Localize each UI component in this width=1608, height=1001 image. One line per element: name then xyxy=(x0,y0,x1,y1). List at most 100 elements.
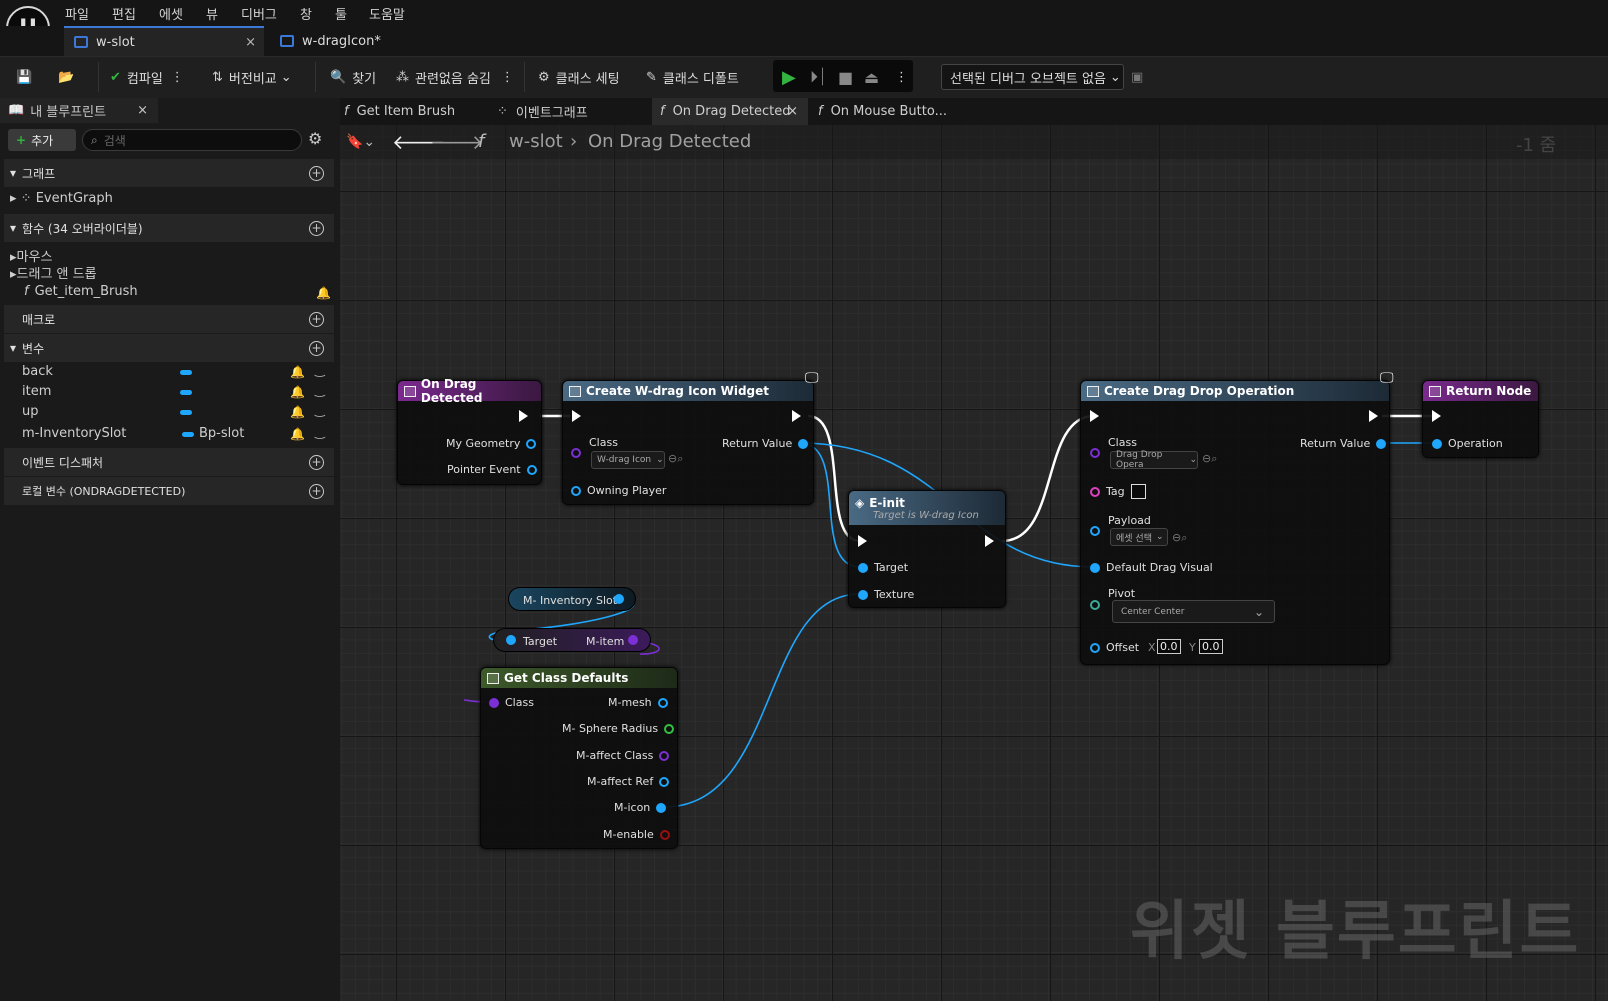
pin-dot-icon xyxy=(1090,486,1100,497)
exec-in-pin[interactable] xyxy=(572,410,581,422)
pin-m-mesh[interactable]: M-mesh xyxy=(608,696,668,709)
pin-m-enable[interactable]: M-enable xyxy=(603,828,670,841)
pin-label: M-icon xyxy=(614,801,651,814)
pin-label: Pointer Event xyxy=(447,463,521,476)
dropdown-value: W-drag Icon xyxy=(597,455,652,465)
pin-label: My Geometry xyxy=(446,437,521,450)
pin-dot-icon[interactable] xyxy=(506,635,516,645)
exec-arrow-icon xyxy=(985,535,994,547)
browse-icon[interactable]: ⊖⌕ xyxy=(1172,531,1187,545)
monitor-icon: 🖵 xyxy=(1380,370,1394,386)
node-title: Return Node xyxy=(1446,384,1532,398)
pin-dot-icon xyxy=(1090,642,1100,653)
offset-x-input[interactable]: 0.0 xyxy=(1157,639,1181,654)
pin-tag[interactable]: Tag xyxy=(1090,484,1146,499)
offset-x-label: X xyxy=(1148,641,1156,654)
class-dropdown[interactable]: Drag Drop Opera ⌄ xyxy=(1110,450,1198,470)
diamond-icon: ◈ xyxy=(855,495,865,510)
pin-pivot[interactable] xyxy=(1090,600,1100,610)
exec-out-pin[interactable] xyxy=(985,535,994,547)
monitor-icon: 🖵 xyxy=(805,370,819,386)
pin-dot-icon xyxy=(657,697,668,708)
pin-label: M-item xyxy=(586,635,625,648)
payload-dropdown[interactable]: 에셋 선택 ⌄ xyxy=(1110,528,1168,546)
node-title: Create Drag Drop Operation xyxy=(1104,384,1295,398)
pin-label: M-affect Class xyxy=(576,749,654,762)
pin-offset[interactable]: Offset xyxy=(1090,641,1139,654)
pin-dot-icon xyxy=(526,464,537,475)
pin-class-label: Class xyxy=(589,436,618,449)
exec-in-pin[interactable] xyxy=(1090,410,1099,422)
pin-payload[interactable] xyxy=(1090,526,1100,536)
pin-dot-icon xyxy=(659,750,670,761)
exec-in-pin[interactable] xyxy=(1432,410,1441,422)
pin-class-label: Class xyxy=(1108,436,1137,449)
pin-dot-icon xyxy=(858,589,868,600)
exec-out-pin[interactable] xyxy=(1369,410,1378,422)
exec-arrow-icon xyxy=(572,410,581,422)
pin-dot-icon xyxy=(1090,600,1100,610)
pin-target[interactable]: Target xyxy=(858,561,908,574)
pin-dot-icon[interactable] xyxy=(628,635,638,645)
pin-dot-icon xyxy=(1090,448,1100,458)
pin-label: M-mesh xyxy=(608,696,652,709)
pin-class[interactable]: Class xyxy=(489,696,534,709)
pivot-dropdown[interactable]: Center Center ⌄ xyxy=(1112,600,1275,623)
pin-dot-icon xyxy=(571,485,581,496)
pin-default-drag-visual[interactable]: Default Drag Visual xyxy=(1090,561,1213,574)
pin-dot-icon xyxy=(1432,438,1442,449)
exec-arrow-icon xyxy=(1432,410,1441,422)
pin-m-icon[interactable]: M-icon xyxy=(614,801,667,814)
node-title: Create W-drag Icon Widget xyxy=(586,384,770,398)
pin-label: Return Value xyxy=(1300,437,1371,450)
tag-input[interactable] xyxy=(1130,484,1146,499)
exec-out-pin[interactable] xyxy=(519,410,528,422)
pin-dot-icon[interactable] xyxy=(614,594,624,604)
exec-arrow-icon xyxy=(1090,410,1099,422)
pin-m-sphere-radius[interactable]: M- Sphere Radius xyxy=(562,722,675,735)
dropdown-value: 에셋 선택 xyxy=(1116,533,1152,544)
function-node-icon xyxy=(487,672,499,684)
pin-my-geometry[interactable]: My Geometry xyxy=(446,437,537,450)
node-get-inventory-slot[interactable]: M- Inventory Slot xyxy=(508,587,636,611)
pin-return-value[interactable]: Return Value xyxy=(1300,437,1387,450)
pin-label: M-enable xyxy=(603,828,654,841)
node-header: On Drag Detected xyxy=(398,377,541,405)
pin-class[interactable] xyxy=(1090,448,1100,458)
function-node-icon xyxy=(569,385,581,397)
pin-texture[interactable]: Texture xyxy=(858,588,914,601)
node-get-m-item[interactable]: Target M-item xyxy=(493,628,651,652)
chevron-down-icon: ⌄ xyxy=(656,455,664,465)
class-dropdown[interactable]: W-drag Icon ⌄ xyxy=(591,451,665,469)
pin-m-affect-class[interactable]: M-affect Class xyxy=(576,749,670,762)
pin-dot-icon xyxy=(571,448,581,458)
chevron-down-icon: ⌄ xyxy=(1253,604,1264,619)
exec-arrow-icon xyxy=(858,535,867,547)
pin-return-value[interactable]: Return Value xyxy=(722,437,809,450)
graph-watermark: 위젯 블루프린트 xyxy=(1130,895,1581,969)
pin-label: Class xyxy=(505,696,534,709)
exec-in-pin[interactable] xyxy=(858,535,867,547)
pin-payload-label: Payload xyxy=(1108,514,1151,527)
node-header: ◈ E-init Target is W-drag Icon xyxy=(849,491,1005,525)
pin-class[interactable] xyxy=(571,448,581,458)
pin-m-affect-ref[interactable]: M-affect Ref xyxy=(587,775,670,788)
browse-icon[interactable]: ⊖⌕ xyxy=(1202,452,1217,466)
pin-label: Target xyxy=(874,561,909,574)
node-title: On Drag Detected xyxy=(420,377,483,405)
pin-label: Default Drag Visual xyxy=(1106,561,1213,574)
chevron-down-icon: ⌄ xyxy=(1189,455,1197,465)
pin-label: Tag xyxy=(1106,485,1125,498)
pin-label: Operation xyxy=(1448,437,1503,450)
pin-operation[interactable]: Operation xyxy=(1432,437,1503,450)
exec-arrow-icon xyxy=(519,410,528,422)
browse-icon[interactable]: ⊖⌕ xyxy=(668,452,683,466)
pin-dot-icon xyxy=(489,697,499,708)
offset-y-input[interactable]: 0.0 xyxy=(1199,639,1223,654)
pin-owning-player[interactable]: Owning Player xyxy=(571,484,666,497)
pin-dot-icon xyxy=(526,438,537,449)
function-result-icon xyxy=(1429,385,1441,397)
exec-out-pin[interactable] xyxy=(792,410,801,422)
pin-pointer-event[interactable]: Pointer Event xyxy=(447,463,537,476)
pin-label: Owning Player xyxy=(587,484,667,497)
